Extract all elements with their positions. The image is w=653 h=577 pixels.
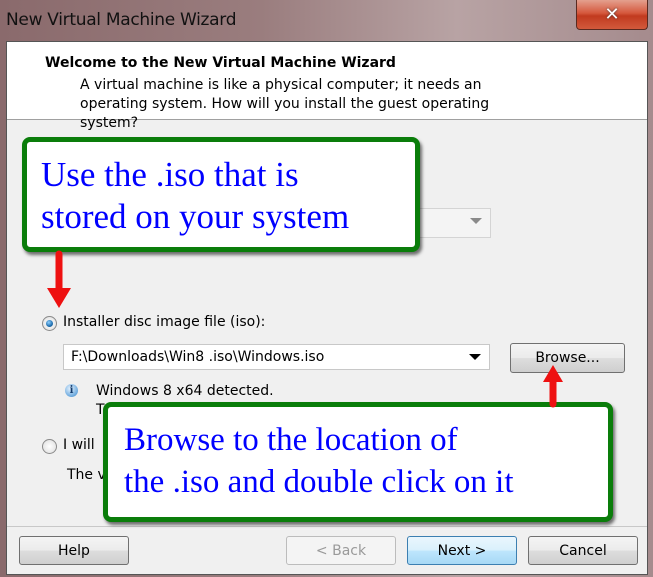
arrow-down-icon <box>47 250 71 308</box>
installer-disc-image-radio[interactable] <box>42 316 57 331</box>
window-title: New Virtual Machine Wizard <box>6 10 237 30</box>
info-icon: i <box>65 384 78 397</box>
footer-divider <box>7 526 647 527</box>
close-button[interactable]: ✕ <box>576 0 648 30</box>
page-description: A virtual machine is like a physical com… <box>80 77 490 131</box>
wizard-header: Welcome to the New Virtual Machine Wizar… <box>7 42 647 131</box>
annotation-callout-use-iso: Use the .iso that is stored on your syst… <box>22 137 420 252</box>
install-later-radio[interactable] <box>42 439 57 454</box>
cancel-button[interactable]: Cancel <box>528 536 638 565</box>
next-button[interactable]: Next > <box>407 536 517 565</box>
arrow-up-icon <box>543 365 563 408</box>
close-icon: ✕ <box>604 4 620 25</box>
install-later-label: I will <box>63 437 95 453</box>
callout-line: Use the .iso that is <box>41 155 299 194</box>
browse-button[interactable]: Browse... <box>510 343 625 373</box>
installer-disc-image-label: Installer disc image file (iso): <box>63 314 266 330</box>
annotation-callout-browse: Browse to the location of the .iso and d… <box>103 402 613 522</box>
help-button[interactable]: Help <box>19 536 129 565</box>
callout-line: Browse to the location of <box>124 422 458 458</box>
page-title: Welcome to the New Virtual Machine Wizar… <box>45 55 396 71</box>
callout-line: stored on your system <box>41 197 350 236</box>
chevron-down-icon[interactable] <box>469 354 481 360</box>
iso-path-combo[interactable]: F:\Downloads\Win8 .iso\Windows.iso <box>63 344 490 370</box>
callout-line: the .iso and double click on it <box>124 464 514 500</box>
install-later-description: The v <box>67 467 106 483</box>
iso-path-value: F:\Downloads\Win8 .iso\Windows.iso <box>71 349 325 365</box>
detected-os-text: Windows 8 x64 detected. <box>96 383 274 399</box>
back-button[interactable]: < Back <box>286 536 396 565</box>
chevron-down-icon <box>470 218 482 224</box>
